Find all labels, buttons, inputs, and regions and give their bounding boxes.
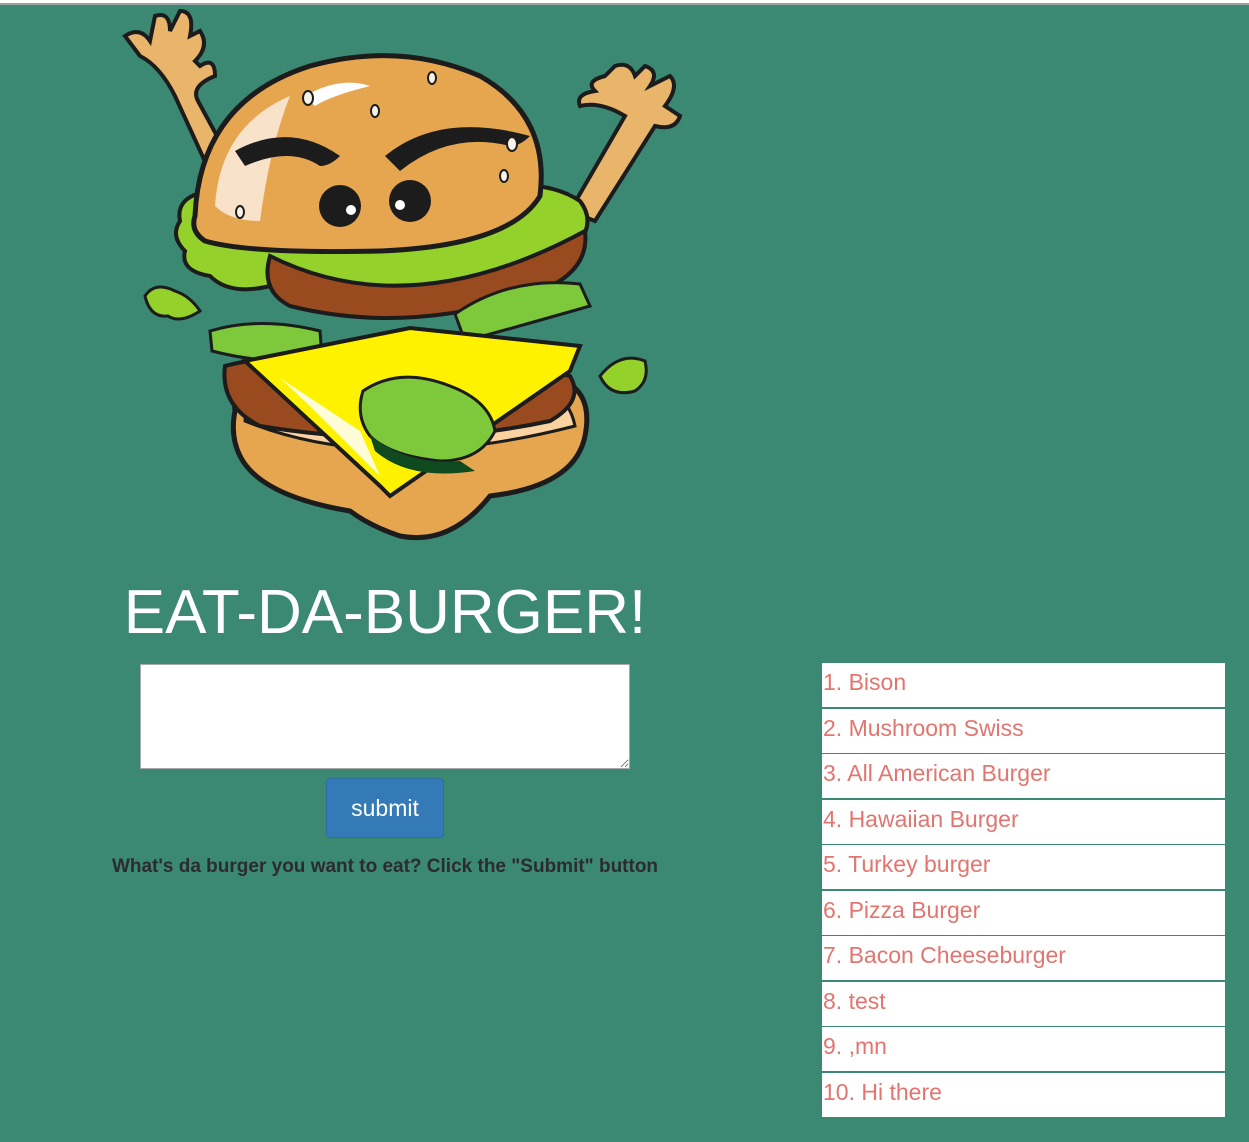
page-title: EAT-DA-BURGER! [123,578,647,647]
instructions-text: What's da burger you want to eat? Click … [111,856,659,877]
burger-list-item: 10. Hi there [822,1072,1225,1117]
burger-list: 1. Bison 2. Mushroom Swiss 3. All Americ… [822,663,1225,1118]
burger-list-item: 9. ,mn [822,1027,1225,1071]
burger-name-input[interactable] [140,664,630,769]
top-border [0,0,1249,5]
burger-list-item: 6. Pizza Burger [822,890,1225,935]
burger-list-item: 1. Bison [822,663,1225,707]
burger-list-item: 3. All American Burger [822,754,1225,798]
burger-list-item: 8. test [822,981,1225,1026]
burger-list-item: 2. Mushroom Swiss [822,708,1225,753]
burger-list-item: 5. Turkey burger [822,845,1225,889]
burger-list-item: 4. Hawaiian Burger [822,799,1225,844]
burger-list-item: 7. Bacon Cheeseburger [822,936,1225,980]
submit-button[interactable]: submit [326,778,444,838]
burger-mascot-image [122,8,683,541]
